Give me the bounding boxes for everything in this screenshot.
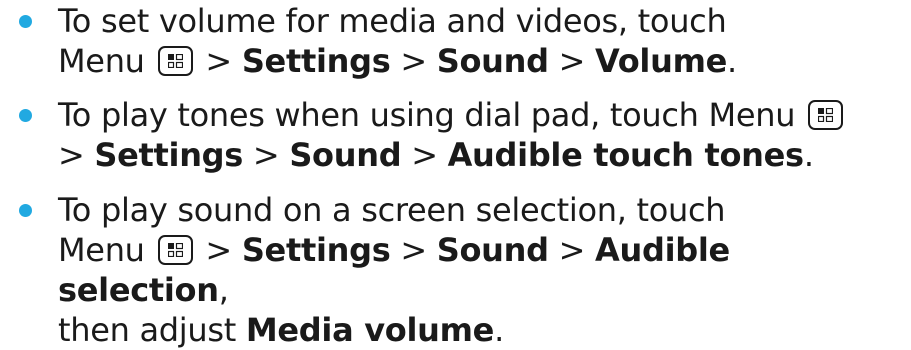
separator: > bbox=[558, 42, 586, 80]
menu-key-icon bbox=[808, 100, 844, 130]
volume-label: Volume bbox=[595, 42, 728, 80]
sound-label: Sound bbox=[436, 42, 549, 80]
period: . bbox=[803, 136, 814, 174]
sound-label: Sound bbox=[436, 231, 549, 269]
audible-touch-tones-label: Audible touch tones bbox=[447, 136, 805, 174]
separator: > bbox=[205, 231, 232, 269]
settings-label: Settings bbox=[94, 136, 244, 174]
separator: > bbox=[58, 136, 85, 174]
media-volume-label: Media volume bbox=[245, 311, 495, 349]
list-item: To set volume for media and videos, touc… bbox=[0, 1, 911, 81]
menu-key-icon bbox=[157, 235, 193, 265]
bullet-icon bbox=[19, 204, 32, 217]
then-adjust-text: then adjust bbox=[58, 311, 236, 349]
bullet-icon bbox=[19, 109, 32, 122]
sound-label: Sound bbox=[289, 136, 402, 174]
separator: > bbox=[400, 231, 427, 269]
separator: > bbox=[400, 42, 427, 80]
separator: > bbox=[205, 42, 232, 80]
bullet-icon bbox=[19, 15, 32, 28]
period: . bbox=[494, 311, 504, 349]
comma: , bbox=[218, 271, 229, 309]
period: . bbox=[727, 42, 737, 80]
menu-key-icon bbox=[157, 46, 193, 76]
menu-label: Menu bbox=[58, 231, 145, 269]
item-text: To play tones when using dial pad, touch… bbox=[58, 96, 796, 134]
item-text: To set volume for media and videos, touc… bbox=[58, 2, 727, 40]
list-item: To play sound on a screen selection, tou… bbox=[0, 190, 911, 350]
item-text: To play sound on a screen selection, tou… bbox=[58, 191, 726, 229]
separator: > bbox=[252, 136, 280, 174]
menu-label: Menu bbox=[58, 42, 145, 80]
separator: > bbox=[558, 231, 586, 269]
settings-label: Settings bbox=[241, 42, 391, 80]
list-item: To play tones when using dial pad, touch… bbox=[0, 95, 911, 175]
instruction-list: To set volume for media and videos, touc… bbox=[0, 0, 911, 350]
separator: > bbox=[411, 136, 438, 174]
settings-label: Settings bbox=[241, 231, 391, 269]
